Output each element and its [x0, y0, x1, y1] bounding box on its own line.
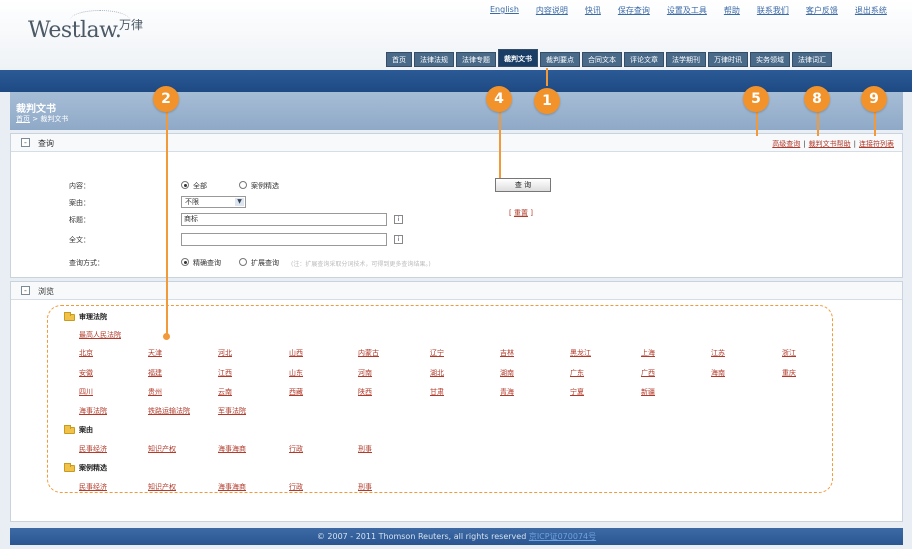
- callout-badge-5: 5: [743, 86, 769, 112]
- callout-line-4: [499, 110, 501, 178]
- browse-panel-title: 浏览: [38, 287, 54, 296]
- content-selected-radio[interactable]: [239, 181, 247, 189]
- query-button[interactable]: 查 询: [495, 178, 551, 192]
- expanded-query-radio[interactable]: [239, 258, 247, 266]
- content-all-label: 全部: [193, 182, 207, 190]
- top-link-saved-queries[interactable]: 保存查询: [618, 5, 650, 16]
- tab-contracts[interactable]: 合同文本: [582, 52, 622, 67]
- top-link-contact[interactable]: 联系我们: [757, 5, 789, 16]
- reset-link[interactable]: [ 重置 ]: [509, 208, 533, 218]
- exact-query-label: 精确查询: [193, 259, 221, 267]
- breadcrumb-current: 裁判文书: [40, 115, 69, 123]
- page-title: 裁判文书: [16, 104, 56, 115]
- collapse-query-icon[interactable]: -: [21, 138, 30, 147]
- top-link-feedback[interactable]: 客户反馈: [806, 5, 838, 16]
- title-label: 标题：: [69, 216, 90, 224]
- breadcrumb: 首页 > 裁判文书: [16, 114, 68, 124]
- top-links: English 内容说明 快讯 保存查询 设置及工具 帮助 联系我们 客户反馈 …: [490, 5, 904, 16]
- tab-topics[interactable]: 法律专题: [456, 52, 496, 67]
- exact-query-radio[interactable]: [181, 258, 189, 266]
- title-area: 裁判文书 首页 > 裁判文书: [10, 92, 903, 130]
- browse-panel-header: - 浏览: [11, 282, 902, 300]
- title-info-icon[interactable]: i: [394, 215, 403, 224]
- logo-cn: 万律: [119, 18, 144, 32]
- connector-list-link[interactable]: 连接符列表: [859, 140, 894, 148]
- tab-laws[interactable]: 法律法规: [414, 52, 454, 67]
- content-selected-label: 案例精选: [251, 182, 279, 190]
- query-panel-title: 查询: [38, 139, 54, 148]
- top-link-content-info[interactable]: 内容说明: [536, 5, 568, 16]
- cause-select-value: 不限: [185, 198, 199, 206]
- top-link-logout[interactable]: 退出系统: [855, 5, 887, 16]
- header-bar: [0, 70, 912, 92]
- link-divider: |: [853, 140, 856, 148]
- tab-journals[interactable]: 法学期刊: [666, 52, 706, 67]
- callout-badge-8: 8: [804, 86, 830, 112]
- callout-line-8: [817, 110, 819, 136]
- tab-judgments[interactable]: 裁判文书: [498, 49, 538, 67]
- mode-label: 查询方式：: [69, 259, 104, 267]
- cause-select[interactable]: 不限 ▼: [181, 196, 246, 208]
- judgment-help-link[interactable]: 裁判文书帮助: [809, 140, 851, 148]
- callout-badge-9: 9: [861, 86, 887, 112]
- top-link-settings[interactable]: 设置及工具: [667, 5, 707, 16]
- collapse-browse-icon[interactable]: -: [21, 286, 30, 295]
- copyright: © 2007 - 2011 Thomson Reuters, all right…: [316, 532, 527, 541]
- tab-key-points[interactable]: 裁判要点: [540, 52, 580, 67]
- content-all-radio[interactable]: [181, 181, 189, 189]
- reset-label: 重置: [513, 209, 528, 217]
- top-link-english[interactable]: English: [490, 5, 519, 16]
- footer: © 2007 - 2011 Thomson Reuters, all right…: [10, 528, 903, 545]
- query-panel: - 查询 高级查询 | 裁判文书帮助 | 连接符列表 内容： 案由： 标题： 全文： 查…: [10, 133, 903, 278]
- top-link-alerts[interactable]: 快讯: [585, 5, 601, 16]
- expanded-query-label: 扩展查询: [251, 259, 279, 267]
- advanced-query-link[interactable]: 高级查询: [772, 140, 800, 148]
- chevron-down-icon: ▼: [235, 198, 244, 206]
- content-label: 内容：: [69, 182, 90, 190]
- mode-hint: (注：扩展查询采取分词技术，可得到更多查询结果。): [291, 261, 431, 268]
- tab-news[interactable]: 万律时讯: [708, 52, 748, 67]
- nav-tabs: 首页 法律法规 法律专题 裁判文书 裁判要点 合同文本 评论文章 法学期刊 万律…: [386, 49, 834, 67]
- tab-glossary[interactable]: 法律词汇: [792, 52, 832, 67]
- header: Westlaw. 万律 English 内容说明 快讯 保存查询 设置及工具 帮…: [0, 0, 912, 70]
- fulltext-input[interactable]: [181, 233, 387, 246]
- query-panel-header: - 查询 高级查询 | 裁判文书帮助 | 连接符列表: [11, 134, 902, 152]
- link-divider: |: [803, 140, 806, 148]
- icp-link[interactable]: 京ICP证070074号: [529, 532, 596, 541]
- logo[interactable]: Westlaw.: [28, 18, 122, 43]
- fulltext-label: 全文：: [69, 236, 90, 244]
- cause-label: 案由：: [69, 199, 90, 207]
- callout-line-5: [756, 110, 758, 136]
- query-links: 高级查询 | 裁判文书帮助 | 连接符列表: [772, 139, 894, 149]
- callout-line-1: [546, 68, 548, 86]
- fulltext-info-icon[interactable]: i: [394, 235, 403, 244]
- callout-badge-2: 2: [153, 86, 179, 112]
- breadcrumb-home[interactable]: 首页: [16, 115, 30, 123]
- tab-commentary[interactable]: 评论文章: [624, 52, 664, 67]
- title-input[interactable]: 商标: [181, 213, 387, 226]
- callout-badge-4: 4: [486, 86, 512, 112]
- top-link-help[interactable]: 帮助: [724, 5, 740, 16]
- callout-line-2: [166, 110, 168, 335]
- callout-badge-1: 1: [534, 88, 560, 114]
- breadcrumb-separator: >: [30, 115, 41, 123]
- tab-home[interactable]: 首页: [386, 52, 412, 67]
- callout-dot-2: [163, 333, 170, 340]
- tab-practice-areas[interactable]: 实务领域: [750, 52, 790, 67]
- callout-line-9: [874, 110, 876, 136]
